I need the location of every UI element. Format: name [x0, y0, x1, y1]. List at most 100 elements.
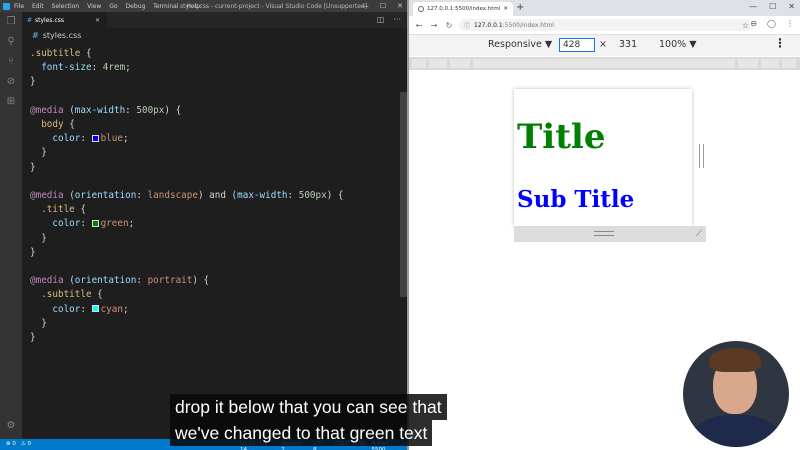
maximize-icon[interactable]: ☐ [380, 2, 386, 10]
back-arrow-icon[interactable]: ← [414, 21, 424, 30]
zoom-dropdown[interactable]: 100% ▼ [659, 39, 697, 50]
settings-gear-icon[interactable]: ⚙ [5, 420, 17, 432]
code-line[interactable]: .subtitle { [30, 47, 92, 61]
code-line[interactable]: } [30, 232, 47, 246]
device-toolbar-more-icon[interactable]: ⋮ [774, 36, 786, 50]
code-token: : [136, 190, 148, 201]
code-token: ) { [192, 275, 210, 287]
code-token: body [30, 119, 64, 130]
url-path: :5500/index.html [502, 21, 554, 29]
menu-terminal[interactable]: Terminal [153, 3, 178, 10]
browser-maximize-icon[interactable]: ☐ [769, 2, 776, 11]
editor-scrollbar[interactable] [400, 92, 407, 297]
bottom-resize-handle[interactable] [514, 226, 692, 242]
menu-debug[interactable]: Debug [126, 3, 146, 10]
menu-selection[interactable]: Selection [52, 3, 80, 10]
profile-icon[interactable]: ◯ [767, 19, 776, 28]
code-line[interactable]: @media (orientation: landscape) and (max… [30, 189, 344, 203]
browser-window-controls: — ☐ ✕ [749, 2, 795, 11]
bookmark-star-icon[interactable]: ☆ [742, 21, 749, 30]
breadcrumb[interactable]: # styles.css [22, 28, 407, 42]
code-line[interactable]: } [30, 317, 47, 331]
code-token: ; [122, 303, 129, 315]
menu-edit[interactable]: Edit [32, 3, 44, 10]
color-swatch-icon[interactable] [91, 219, 99, 227]
code-token: @media [30, 190, 64, 201]
editor-tabs: # styles.css ✕ ◫ ··· [22, 12, 407, 28]
reload-icon[interactable]: ↻ [444, 21, 454, 30]
more-actions-icon[interactable]: ··· [393, 15, 401, 24]
address-bar[interactable]: ⓘ 127.0.0.1 :5500/index.html ☆ [459, 19, 754, 31]
color-swatch-icon[interactable] [91, 305, 99, 313]
code-line[interactable]: color: cyan; [30, 303, 129, 317]
code-line[interactable]: body { [30, 118, 75, 132]
emulated-viewport[interactable]: Title Sub Title [514, 89, 692, 226]
corner-resize-handle-icon[interactable]: ⟋ [692, 226, 706, 242]
color-swatch-icon[interactable] [91, 134, 99, 142]
extensions-icon[interactable]: ⊞ [5, 96, 17, 108]
code-token: max-width [74, 104, 126, 116]
debug-icon[interactable]: ⊘ [5, 76, 17, 88]
media-query-segment[interactable] [782, 59, 796, 68]
code-line[interactable]: font-size: 4rem; [30, 61, 131, 75]
code-token: ( [63, 190, 75, 201]
media-query-segment[interactable] [450, 59, 470, 68]
menu-file[interactable]: File [14, 3, 24, 10]
media-query-ruler[interactable] [409, 57, 800, 70]
code-token: portrait [147, 275, 193, 287]
code-line[interactable]: } [30, 246, 36, 260]
close-icon[interactable]: ✕ [397, 2, 403, 10]
code-token: color [30, 218, 81, 230]
explorer-icon[interactable]: ❐ [5, 16, 17, 28]
tab-close-icon[interactable]: ✕ [95, 17, 100, 24]
code-line[interactable]: @media (max-width: 500px) { [30, 104, 181, 118]
code-line[interactable]: color: blue; [30, 132, 128, 146]
site-info-icon[interactable]: ⓘ [464, 21, 470, 30]
media-query-segment[interactable] [473, 59, 735, 68]
browser-close-icon[interactable]: ✕ [788, 2, 795, 11]
status-errors[interactable]: ⊗ 0 [6, 441, 16, 447]
browser-tab-close-icon[interactable]: ✕ [503, 6, 508, 12]
code-line[interactable]: @media (orientation: portrait) { [30, 274, 209, 288]
code-line[interactable]: color: green; [30, 217, 134, 231]
code-line[interactable]: } [30, 161, 36, 175]
new-tab-plus-icon[interactable]: + [516, 2, 524, 13]
presenter-hair [709, 348, 761, 372]
status-warnings[interactable]: ⚠ 0 [21, 441, 31, 447]
browser-tab[interactable]: 127.0.0.1:5500/index.html ✕ [413, 2, 513, 16]
browser-minimize-icon[interactable]: — [749, 2, 757, 11]
code-token: } [30, 332, 36, 343]
extension-icon[interactable]: ⊖ [750, 19, 757, 28]
code-line[interactable]: } [30, 146, 47, 160]
media-query-segment[interactable] [761, 59, 779, 68]
video-captions: drop it below that you can see that we'v… [170, 394, 447, 446]
code-token: : [91, 62, 103, 74]
code-line[interactable]: .subtitle { [30, 288, 103, 302]
code-line[interactable]: } [30, 331, 36, 345]
menu-view[interactable]: View [87, 3, 101, 10]
code-token: } [30, 246, 36, 258]
tab-styles-css[interactable]: # styles.css ✕ [22, 12, 107, 28]
browser-menu-icon[interactable]: ⋮ [786, 19, 794, 28]
code-token: landscape [147, 190, 198, 201]
url-host: 127.0.0.1 [474, 21, 503, 29]
media-query-segment[interactable] [738, 59, 758, 68]
forward-arrow-icon[interactable]: → [429, 21, 439, 30]
minimize-icon[interactable]: — [362, 2, 369, 10]
code-token: @media [30, 275, 64, 287]
search-icon[interactable]: ⚲ [5, 36, 17, 48]
vscode-menubar: File Edit Selection View Go Debug Termin… [14, 3, 206, 10]
source-control-icon[interactable]: ⑂ [5, 56, 17, 68]
viewport-height-input[interactable]: 331 [619, 39, 637, 50]
code-line[interactable]: } [30, 75, 36, 89]
code-line[interactable]: .title { [30, 203, 86, 217]
viewport-width-input[interactable]: 428 [559, 38, 595, 52]
code-token: : [80, 133, 92, 145]
device-toolbar: Responsive ▼ 428 × 331 100% ▼ ⋮ [409, 34, 800, 56]
device-select-dropdown[interactable]: Responsive ▼ [488, 39, 552, 50]
right-resize-handle[interactable] [699, 144, 704, 168]
media-query-segment[interactable] [412, 59, 426, 68]
media-query-segment[interactable] [429, 59, 447, 68]
menu-go[interactable]: Go [109, 3, 117, 10]
split-editor-icon[interactable]: ◫ [377, 15, 385, 24]
